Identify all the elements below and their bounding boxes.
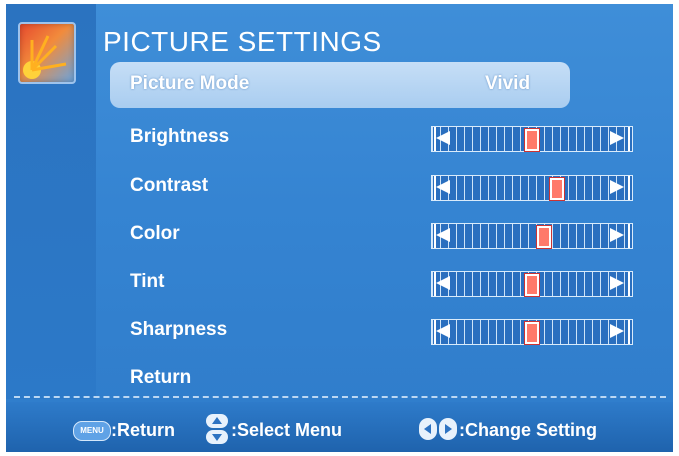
slider-endcap [434, 320, 436, 344]
slider-endcap [434, 272, 436, 296]
menu-row-picture-mode[interactable]: Picture Mode Vivid [110, 62, 570, 108]
slider-thumb[interactable] [525, 129, 539, 151]
sidebar [6, 4, 96, 399]
slider-endcap [628, 176, 630, 200]
slider-endcap [434, 224, 436, 248]
picture-settings-icon [18, 22, 76, 84]
menu-row-brightness[interactable]: Brightness [110, 115, 633, 161]
menu-row-label: Sharpness [130, 319, 228, 340]
slider-endcap [434, 127, 436, 151]
left-right-icon [419, 418, 457, 440]
slider-endcap [434, 176, 436, 200]
slider-thumb[interactable] [549, 178, 564, 200]
menu-row-label: Contrast [130, 175, 209, 196]
slider-endcap [628, 224, 630, 248]
slider-ticks [432, 224, 632, 248]
menu-key-icon: MENU [73, 421, 111, 441]
menu-row-color[interactable]: Color [110, 212, 633, 258]
slider-thumb[interactable] [525, 274, 539, 296]
menu-row-label: Tint [130, 271, 165, 292]
menu-row-label: Color [130, 223, 180, 244]
sharpness-slider[interactable] [431, 319, 633, 345]
footer-divider [14, 396, 666, 398]
change-hint: :Change Setting [459, 420, 597, 440]
menu-row-tint[interactable]: Tint [110, 260, 633, 306]
menu-row-label: Return [130, 367, 192, 388]
slider-endcap [628, 272, 630, 296]
menu-row-label: Picture Mode [130, 73, 250, 94]
osd-screen: PICTURE SETTINGS Picture Mode Vivid Brig… [6, 4, 673, 452]
up-down-icon [206, 414, 228, 444]
select-hint: :Select Menu [231, 420, 343, 440]
return-hint: :Return [111, 420, 175, 440]
brightness-slider[interactable] [431, 126, 633, 152]
page-title: PICTURE SETTINGS [103, 26, 382, 57]
contrast-slider[interactable] [431, 175, 633, 201]
slider-endcap [628, 127, 630, 151]
menu-row-contrast[interactable]: Contrast [110, 164, 633, 210]
slider-thumb[interactable] [525, 322, 539, 344]
picture-mode-value: Vivid [485, 73, 531, 94]
slider-endcap [628, 320, 630, 344]
color-slider[interactable] [431, 223, 633, 249]
footer-hints: MENU :Return :Select Menu :Change Settin… [6, 402, 673, 452]
slider-thumb[interactable] [537, 226, 552, 248]
tint-slider[interactable] [431, 271, 633, 297]
menu-row-label: Brightness [130, 126, 230, 147]
menu-row-sharpness[interactable]: Sharpness [110, 308, 633, 354]
slider-ticks [432, 176, 632, 200]
